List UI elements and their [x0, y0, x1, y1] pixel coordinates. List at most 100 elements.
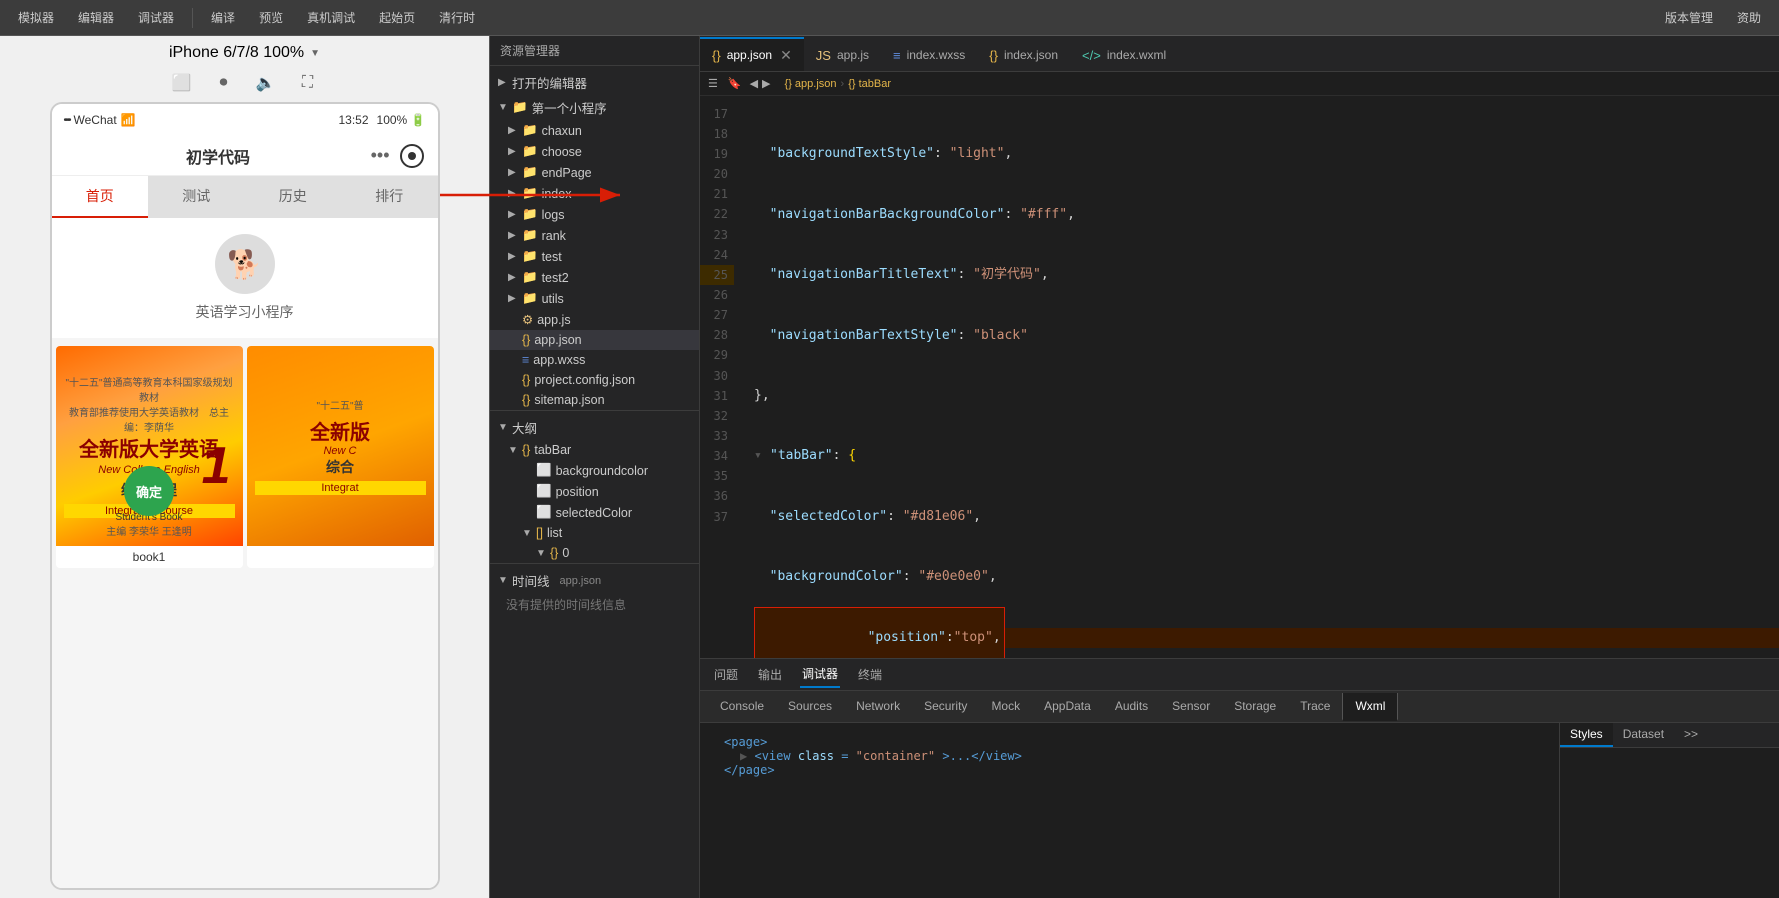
tab-indexwxss[interactable]: ≡ index.wxss — [881, 37, 977, 71]
folder-test[interactable]: ▶ 📁 test — [490, 246, 699, 267]
folder-test2[interactable]: ▶ 📁 test2 — [490, 267, 699, 288]
toolbar-real-device[interactable]: 真机调试 — [297, 7, 365, 28]
toolbar-run[interactable]: 清行时 — [429, 7, 485, 28]
phone-selector[interactable]: iPhone 6/7/8 100% ▼ — [169, 44, 320, 62]
folder-chaxun[interactable]: ▶ 📁 chaxun — [490, 120, 699, 141]
toolbar-compile[interactable]: 编译 — [201, 7, 245, 28]
devtools-console[interactable]: Console — [708, 693, 776, 721]
toolbar-sponsor[interactable]: 资助 — [1727, 7, 1771, 28]
toolbar-preview[interactable]: 预览 — [249, 7, 293, 28]
outline-position[interactable]: ⬜ position — [490, 481, 699, 502]
file-appjs[interactable]: ⚙ app.js — [490, 309, 699, 330]
line-33: 33 — [700, 426, 734, 446]
line-26: 26 — [700, 285, 734, 305]
tab-appjs[interactable]: JS app.js — [804, 37, 881, 71]
tab-appjs-label: app.js — [837, 48, 869, 62]
bottom-tab-output[interactable]: 输出 — [756, 662, 784, 687]
toolbar-sep-1 — [192, 8, 193, 28]
bottom-content: <page> ▶ <view class = "container" >...<… — [700, 723, 1779, 898]
file-appwxss[interactable]: ≡ app.wxss — [490, 350, 699, 370]
folder-utils[interactable]: ▶ 📁 utils — [490, 288, 699, 309]
outline-arrow-icon: ▼ — [498, 422, 508, 433]
devtools-network[interactable]: Network — [844, 693, 912, 721]
devtools-trace[interactable]: Trace — [1288, 693, 1342, 721]
styles-tab-more[interactable]: >> — [1674, 723, 1708, 747]
breadcrumb-forward-icon[interactable]: ▶ — [762, 77, 770, 90]
phone-icon-tablet[interactable]: ⬜ — [169, 70, 195, 96]
tab-indexjson[interactable]: {} index.json — [977, 37, 1070, 71]
wechat-nav-more-icon[interactable]: ••• — [371, 145, 390, 166]
line-24: 24 — [700, 245, 734, 265]
toolbar-editor[interactable]: 编辑器 — [68, 7, 124, 28]
project-section[interactable]: ▼ 📁 第一个小程序 — [490, 95, 699, 120]
bottom-tab-terminal[interactable]: 终端 — [856, 662, 884, 687]
folder-index[interactable]: ▶ 📁 index — [490, 183, 699, 204]
outline-bgcolor[interactable]: ⬜ backgroundcolor — [490, 460, 699, 481]
fold-22-icon[interactable]: ▾ — [754, 446, 770, 466]
devtools-audits[interactable]: Audits — [1103, 693, 1160, 721]
devtools-security[interactable]: Security — [912, 693, 979, 721]
code-editor[interactable]: 17 18 19 20 21 22 23 24 25 26 27 28 29 3… — [700, 96, 1779, 658]
book-cover-2: "十二五"普 全新版 New C 综合 Integrat — [247, 346, 434, 546]
timeline-header[interactable]: ▼ 时间线 app.json — [490, 568, 699, 593]
file-projectconfig-label: project.config.json — [534, 373, 635, 387]
folder-rank[interactable]: ▶ 📁 rank — [490, 225, 699, 246]
toolbar-debugger[interactable]: 调试器 — [128, 7, 184, 28]
breadcrumb-back-icon[interactable]: ◀ — [750, 77, 758, 90]
folder-test2-arrow-icon: ▶ — [508, 272, 518, 283]
tab-indexwxml-icon: </> — [1082, 48, 1101, 63]
tab-appjson-close-icon[interactable]: ✕ — [780, 47, 792, 64]
bottom-tab-debugger[interactable]: 调试器 — [800, 661, 840, 688]
confirm-button[interactable]: 确定 — [124, 466, 174, 516]
file-sitemap[interactable]: {} sitemap.json — [490, 390, 699, 410]
folder-logs[interactable]: ▶ 📁 logs — [490, 204, 699, 225]
book-card-2[interactable]: "十二五"普 全新版 New C 综合 Integrat — [247, 346, 434, 568]
phone-tab-rank[interactable]: 排行 — [341, 176, 438, 218]
devtools-sources[interactable]: Sources — [776, 693, 844, 721]
phone-icon-fullscreen[interactable]: ⛶ — [295, 70, 321, 96]
bottom-tab-problems[interactable]: 问题 — [712, 662, 740, 687]
top-toolbar: 模拟器 编辑器 调试器 编译 预览 真机调试 起始页 清行时 版本管理 资助 — [0, 0, 1779, 36]
devtools-sensor[interactable]: Sensor — [1160, 693, 1222, 721]
styles-tab-dataset[interactable]: Dataset — [1613, 723, 1674, 747]
folder-endpage[interactable]: ▶ 📁 endPage — [490, 162, 699, 183]
book-card-1[interactable]: "十二五"普通高等教育本科国家级规划教材教育部推荐使用大学英语教材 总主编：李荫… — [56, 346, 243, 568]
outline-tabbar[interactable]: ▼ {} tabBar — [490, 440, 699, 460]
wechat-nav-record-btn[interactable] — [400, 144, 424, 168]
resource-manager-label: 资源管理器 — [500, 42, 560, 59]
phone-status-left: •••• WeChat 📶 — [64, 113, 136, 127]
styles-tab-styles[interactable]: Styles — [1560, 723, 1613, 747]
tab-indexwxml[interactable]: </> index.wxml — [1070, 37, 1178, 71]
outline-header[interactable]: ▼ 大纲 — [490, 415, 699, 440]
devtools-appdata[interactable]: AppData — [1032, 693, 1103, 721]
toolbar-version[interactable]: 版本管理 — [1655, 7, 1723, 28]
outline-selectedcolor[interactable]: ⬜ selectedColor — [490, 502, 699, 523]
timeline-arrow-icon: ▼ — [498, 575, 508, 586]
folder-choose[interactable]: ▶ 📁 choose — [490, 141, 699, 162]
toolbar-start[interactable]: 起始页 — [369, 7, 425, 28]
outline-list[interactable]: ▼ [] list — [490, 523, 699, 543]
devtools-storage[interactable]: Storage — [1222, 693, 1288, 721]
book1-number: 1 — [202, 436, 231, 496]
file-projectconfig[interactable]: {} project.config.json — [490, 370, 699, 390]
devtools-mock[interactable]: Mock — [979, 693, 1032, 721]
outline-list-0[interactable]: ▼ {} 0 — [490, 543, 699, 563]
file-appjson[interactable]: {} app.json — [490, 330, 699, 350]
folder-utils-icon: 📁 — [522, 291, 538, 306]
code-content[interactable]: "backgroundTextStyle": "light", "navigat… — [742, 96, 1779, 658]
toolbar-simulator[interactable]: 模拟器 — [8, 7, 64, 28]
phone-tab-history[interactable]: 历史 — [245, 176, 342, 218]
project-folder-icon: 📁 — [512, 100, 528, 115]
devtools-wxml[interactable]: Wxml — [1342, 693, 1398, 721]
phone-icon-record[interactable]: ⏺ — [211, 70, 237, 96]
phone-tab-home[interactable]: 首页 — [52, 176, 149, 218]
open-editors-section[interactable]: ▶ 打开的编辑器 — [490, 70, 699, 95]
code-key: "backgroundTextStyle" — [754, 144, 934, 164]
file-appjson-icon: {} — [522, 333, 530, 347]
books-grid: "十二五"普通高等教育本科国家级规划教材教育部推荐使用大学英语教材 总主编：李荫… — [52, 346, 438, 568]
wxml-view-expand-icon[interactable]: ▶ — [740, 749, 747, 763]
wxml-content: <page> ▶ <view class = "container" >...<… — [712, 729, 1547, 783]
tab-appjson[interactable]: {} app.json ✕ — [700, 37, 804, 71]
phone-icon-volume[interactable]: 🔈 — [253, 70, 279, 96]
phone-tab-test[interactable]: 测试 — [148, 176, 245, 218]
